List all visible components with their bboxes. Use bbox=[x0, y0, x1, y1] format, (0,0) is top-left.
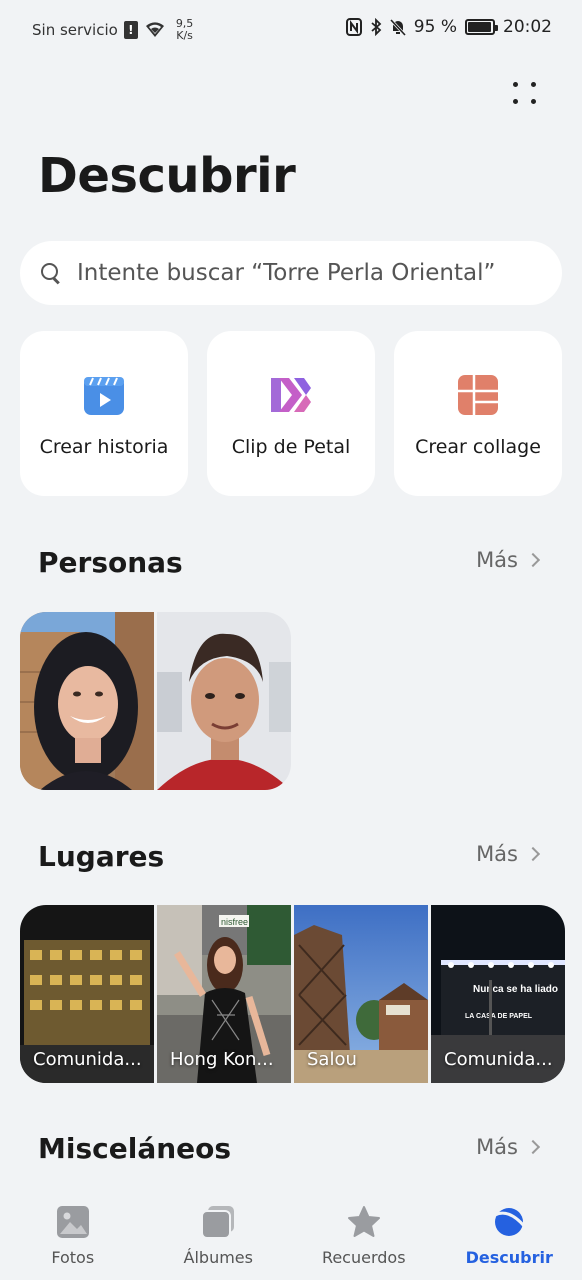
search-placeholder[interactable]: Intente buscar “Torre Perla Oriental” bbox=[77, 260, 495, 286]
people-section-title: Personas bbox=[38, 546, 183, 579]
status-left: Sin servicio ! 9,5 K/s bbox=[32, 18, 193, 42]
tab-photos-label: Fotos bbox=[51, 1248, 95, 1267]
create-collage-button[interactable]: Crear collage bbox=[394, 331, 562, 496]
people-strip bbox=[20, 612, 291, 790]
person-thumbnail[interactable] bbox=[20, 612, 154, 790]
nfc-icon bbox=[345, 18, 362, 36]
place-thumbnail[interactable]: nisfree Hong Kon... bbox=[157, 905, 291, 1083]
chevron-right-icon bbox=[525, 552, 541, 568]
sign-logo-text: LA CASA DE PAPEL bbox=[465, 1013, 533, 1020]
places-more-link[interactable]: Más bbox=[476, 842, 542, 866]
place-label: Comunida... bbox=[444, 1049, 553, 1070]
tab-photos[interactable]: Fotos bbox=[0, 1192, 146, 1280]
place-label: Comunida... bbox=[33, 1049, 142, 1070]
create-story-label: Crear historia bbox=[39, 436, 169, 458]
battery-percent: 95 % bbox=[413, 17, 457, 37]
bluetooth-icon bbox=[371, 18, 382, 36]
sim-alert-icon: ! bbox=[123, 21, 138, 39]
tab-albums-label: Álbumes bbox=[183, 1248, 253, 1267]
bottom-tab-bar: Fotos Álbumes Recuerdos Descubrir bbox=[0, 1192, 582, 1280]
photo-icon bbox=[56, 1206, 89, 1238]
chevron-right-icon bbox=[525, 846, 541, 862]
net-speed: 9,5 K/s bbox=[176, 18, 194, 42]
person-thumbnail[interactable] bbox=[157, 612, 291, 790]
albums-icon bbox=[201, 1206, 235, 1239]
tab-albums[interactable]: Álbumes bbox=[146, 1192, 292, 1280]
tab-memories[interactable]: Recuerdos bbox=[291, 1192, 437, 1280]
chevron-right-icon bbox=[525, 1139, 541, 1155]
dot-icon bbox=[513, 99, 518, 104]
petal-clip-button[interactable]: Clip de Petal bbox=[207, 331, 375, 496]
places-strip: Comunida... nisfree Hong Kon... Salou Nu… bbox=[20, 905, 565, 1083]
dot-icon bbox=[531, 99, 536, 104]
misc-more-label: Más bbox=[476, 1135, 518, 1159]
tab-discover[interactable]: Descubrir bbox=[437, 1192, 582, 1280]
dot-icon bbox=[531, 82, 536, 87]
create-collage-label: Crear collage bbox=[415, 436, 541, 458]
places-section-title: Lugares bbox=[38, 840, 165, 873]
mute-bell-icon bbox=[389, 18, 406, 36]
sign-text: Nunca se ha liado bbox=[473, 984, 558, 995]
search-bar[interactable]: Intente buscar “Torre Perla Oriental” bbox=[20, 241, 562, 305]
petal-clip-icon bbox=[271, 378, 311, 412]
story-video-icon bbox=[84, 377, 124, 415]
wifi-icon bbox=[145, 22, 164, 37]
misc-more-link[interactable]: Más bbox=[476, 1135, 542, 1159]
more-options-button[interactable] bbox=[510, 78, 540, 108]
carrier-label: Sin servicio bbox=[32, 21, 118, 39]
person-photo bbox=[20, 612, 154, 790]
star-icon bbox=[347, 1206, 380, 1237]
petal-clip-label: Clip de Petal bbox=[231, 436, 351, 458]
person-photo bbox=[157, 612, 291, 790]
status-right: 95 % 20:02 bbox=[345, 17, 552, 37]
net-speed-unit: K/s bbox=[176, 29, 193, 42]
place-thumbnail[interactable]: Nunca se ha liado LA CASA DE PAPEL Comun… bbox=[431, 905, 565, 1083]
search-icon bbox=[40, 262, 62, 284]
misc-section-title: Misceláneos bbox=[38, 1132, 232, 1165]
discover-icon bbox=[494, 1208, 527, 1236]
place-thumbnail[interactable]: Comunida... bbox=[20, 905, 154, 1083]
place-thumbnail[interactable]: Salou bbox=[294, 905, 428, 1083]
dot-icon bbox=[513, 82, 518, 87]
shop-sign-text: nisfree bbox=[221, 917, 248, 927]
page-title: Descubrir bbox=[38, 148, 296, 204]
create-story-button[interactable]: Crear historia bbox=[20, 331, 188, 496]
battery-icon bbox=[465, 19, 498, 35]
status-bar: Sin servicio ! 9,5 K/s 95 % 20:02 bbox=[0, 0, 582, 56]
people-more-link[interactable]: Más bbox=[476, 548, 542, 572]
place-label: Hong Kon... bbox=[170, 1049, 274, 1070]
tab-memories-label: Recuerdos bbox=[321, 1248, 406, 1267]
collage-icon bbox=[458, 375, 498, 415]
place-label: Salou bbox=[307, 1049, 357, 1070]
battery-level bbox=[468, 22, 491, 32]
clock: 20:02 bbox=[503, 17, 552, 37]
tab-discover-label: Descubrir bbox=[465, 1248, 553, 1267]
people-more-label: Más bbox=[476, 548, 518, 572]
places-more-label: Más bbox=[476, 842, 518, 866]
